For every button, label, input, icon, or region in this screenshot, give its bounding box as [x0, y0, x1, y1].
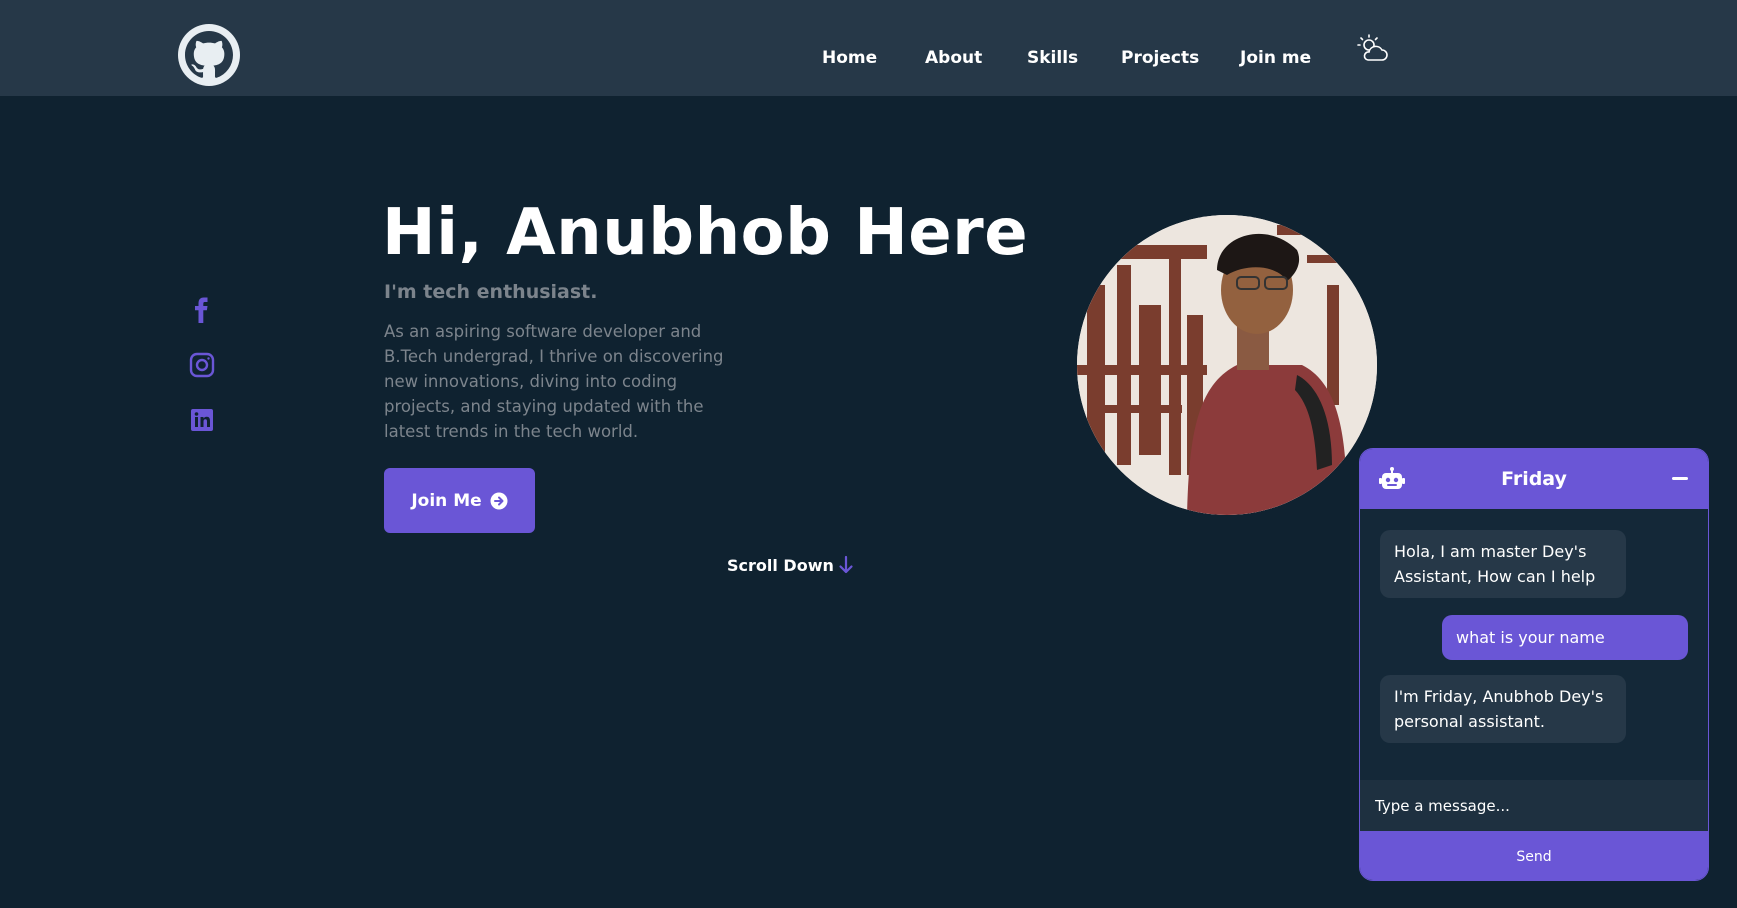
linkedin-icon[interactable]: [188, 406, 216, 434]
arrow-right-circle-icon: [490, 492, 508, 509]
chat-message-user: what is your name: [1442, 615, 1688, 660]
chat-message-bot: Hola, I am master Dey's Assistant, How c…: [1380, 530, 1626, 598]
nav-join-me[interactable]: Join me: [1240, 48, 1311, 68]
github-icon: [185, 31, 233, 78]
chat-title: Friday: [1501, 468, 1567, 490]
hero-description: As an aspiring software developer and B.…: [384, 322, 724, 441]
nav-home[interactable]: Home: [822, 48, 877, 68]
scroll-down-label: Scroll Down: [727, 555, 834, 575]
nav-skills[interactable]: Skills: [1027, 48, 1078, 68]
chat-send-button[interactable]: Send: [1360, 831, 1708, 880]
facebook-icon[interactable]: [188, 296, 216, 324]
chat-header: Friday: [1360, 449, 1708, 509]
minimize-icon[interactable]: [1672, 477, 1688, 480]
scroll-down-link[interactable]: Scroll Down: [727, 555, 854, 575]
nav-about[interactable]: About: [925, 48, 982, 68]
hero-title: Hi, Anubhob Here: [382, 196, 1029, 270]
hero-subtitle: I'm tech enthusiast.: [384, 281, 598, 303]
nav-projects[interactable]: Projects: [1121, 48, 1199, 68]
chat-widget: Friday Hola, I am master Dey's Assistant…: [1359, 448, 1709, 881]
instagram-icon[interactable]: [188, 351, 216, 379]
chat-message-bot: I'm Friday, Anubhob Dey's personal assis…: [1380, 675, 1626, 743]
arrow-down-icon: [839, 555, 853, 574]
join-me-label: Join Me: [411, 490, 482, 511]
chat-message-input[interactable]: [1360, 780, 1708, 831]
profile-photo: [1077, 215, 1377, 515]
top-navbar: Home About Skills Projects Join me: [0, 0, 1737, 96]
sun-cloud-icon[interactable]: [1356, 33, 1390, 67]
github-logo[interactable]: [178, 24, 240, 86]
join-me-button[interactable]: Join Me: [384, 468, 535, 533]
